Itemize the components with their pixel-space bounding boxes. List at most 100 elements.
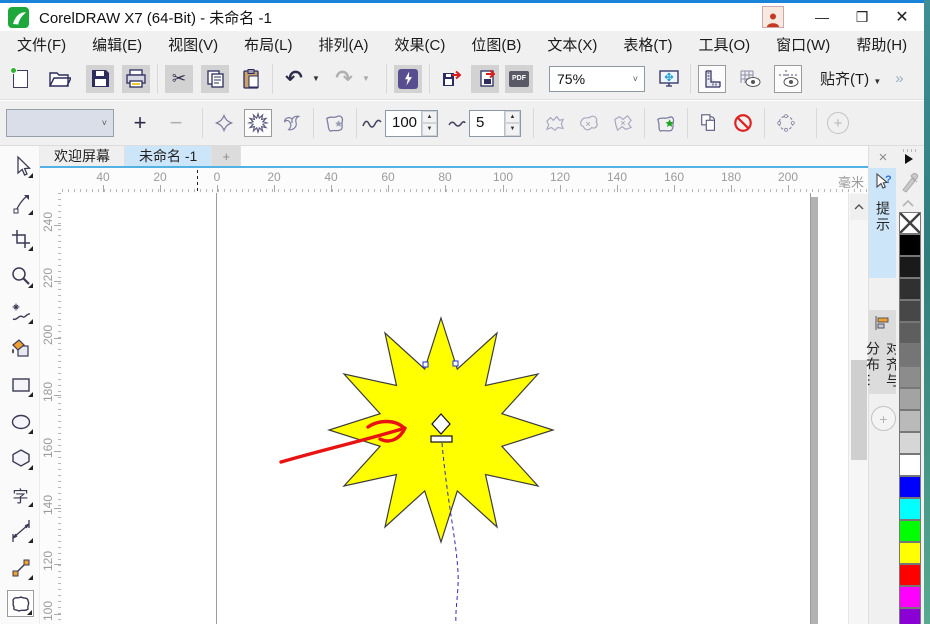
dimension-tool[interactable] — [7, 517, 34, 544]
polygon-tool[interactable] — [7, 444, 34, 471]
ellipse-tool[interactable] — [7, 408, 34, 435]
flyout-indicator[interactable] — [28, 429, 33, 434]
clear-distortion-button[interactable] — [729, 109, 757, 137]
save-button[interactable] — [86, 65, 114, 93]
curve-node[interactable] — [453, 361, 458, 366]
color-swatch-no-color[interactable] — [899, 212, 921, 234]
quick-customize-button[interactable]: + — [824, 109, 852, 137]
push-pull-distortion-button[interactable] — [210, 109, 238, 137]
menu-item-3[interactable]: 布局(L) — [231, 34, 305, 55]
quick-customize-button[interactable]: + — [871, 406, 896, 431]
curve-node[interactable] — [423, 362, 428, 367]
smooth-distortion-button[interactable] — [575, 109, 603, 137]
snap-to-menu-button[interactable]: 贴齐(T) ▼ — [814, 68, 887, 89]
menu-item-10[interactable]: 窗口(W) — [763, 34, 843, 55]
color-swatch-cyan[interactable] — [899, 498, 921, 520]
open-button[interactable] — [46, 65, 74, 93]
color-swatch-blue[interactable] — [899, 476, 921, 498]
vertical-ruler[interactable]: 240220200180160140120100 — [40, 193, 62, 624]
twister-distortion-button[interactable] — [278, 109, 306, 137]
menu-item-8[interactable]: 表格(T) — [610, 34, 685, 55]
redo-dropdown[interactable]: ▼ — [360, 74, 372, 83]
text-tool[interactable]: 字 — [7, 481, 34, 508]
cut-button[interactable]: ✂ — [165, 65, 193, 93]
scroll-up-button[interactable] — [850, 194, 868, 220]
palette-flyout-icon[interactable] — [905, 154, 913, 164]
color-swatch-red[interactable] — [899, 564, 921, 586]
color-swatch-80-black[interactable] — [899, 278, 921, 300]
title-bar[interactable]: CorelDRAW X7 (64-Bit) - 未命名 -1 — ❒ ✕ — [0, 3, 924, 31]
application-launcher-button[interactable] — [394, 65, 422, 93]
color-swatch-purple[interactable] — [899, 608, 921, 624]
spin-down-icon[interactable]: ▼ — [505, 123, 520, 136]
amplitude-slider-handle[interactable] — [431, 436, 452, 442]
color-swatch-black[interactable] — [899, 234, 921, 256]
undo-dropdown[interactable]: ▼ — [310, 74, 322, 83]
add-preset-button[interactable]: + — [126, 109, 154, 137]
zipper-distortion-button[interactable] — [244, 109, 272, 137]
spin-up-icon[interactable]: ▲ — [505, 111, 520, 124]
document-tab-1[interactable]: 未命名 -1 — [125, 146, 212, 166]
color-swatch-yellow[interactable] — [899, 542, 921, 564]
undo-button[interactable]: ↶ — [280, 65, 308, 93]
docker-tab-align-distribute[interactable]: 对齐与分布… — [869, 310, 897, 394]
toolbar-overflow-button[interactable]: » — [887, 70, 909, 87]
docker-tab-hints[interactable]: ?提示 — [869, 168, 897, 278]
zoom-tool[interactable] — [7, 262, 34, 289]
close-button[interactable]: ✕ — [882, 3, 922, 31]
menu-item-2[interactable]: 视图(V) — [155, 34, 231, 55]
crop-tool[interactable] — [7, 225, 34, 252]
new-document-button[interactable] — [6, 65, 34, 93]
freehand-tool[interactable] — [7, 298, 34, 325]
flyout-indicator[interactable] — [28, 210, 33, 215]
pick-tool[interactable] — [7, 152, 34, 179]
flyout-indicator[interactable] — [28, 502, 33, 507]
flyout-indicator[interactable] — [27, 610, 32, 615]
docker-close-button[interactable]: × — [873, 148, 893, 166]
palette-grip[interactable] — [903, 149, 917, 152]
publish-pdf-button[interactable]: PDF — [505, 65, 533, 93]
color-swatch-magenta[interactable] — [899, 586, 921, 608]
color-swatch-10-black[interactable] — [899, 432, 921, 454]
delete-preset-button[interactable]: − — [162, 109, 190, 137]
flyout-indicator[interactable] — [28, 246, 33, 251]
flyout-indicator[interactable] — [28, 173, 33, 178]
menu-item-1[interactable]: 编辑(E) — [79, 34, 155, 55]
import-button[interactable] — [437, 65, 465, 93]
color-swatch-60-black[interactable] — [899, 322, 921, 344]
paste-button[interactable] — [237, 65, 265, 93]
smart-fill-tool[interactable] — [7, 335, 34, 362]
horizontal-ruler[interactable]: 毫米 4020020406080100120140160180200 — [40, 168, 868, 193]
flyout-indicator[interactable] — [28, 575, 33, 580]
add-new-distortion-button[interactable] — [321, 109, 349, 137]
menu-item-6[interactable]: 位图(B) — [458, 34, 534, 55]
flyout-indicator[interactable] — [28, 283, 33, 288]
redo-button[interactable]: ↷ — [330, 65, 358, 93]
color-eyedropper-icon[interactable] — [899, 170, 921, 194]
copy-distortion-button[interactable] — [695, 109, 723, 137]
show-guidelines-toggle[interactable] — [774, 65, 802, 93]
vertical-scrollbar[interactable] — [848, 193, 868, 624]
print-button[interactable] — [122, 65, 150, 93]
color-swatch-90-black[interactable] — [899, 256, 921, 278]
distortion-tool[interactable] — [7, 590, 34, 617]
maximize-button[interactable]: ❒ — [842, 3, 882, 31]
color-swatch-40-black[interactable] — [899, 366, 921, 388]
new-tab-button[interactable]: + — [212, 146, 241, 166]
menu-item-11[interactable]: 帮助(H) — [843, 34, 920, 55]
color-swatch-30-black[interactable] — [899, 388, 921, 410]
user-account-icon[interactable] — [762, 6, 784, 28]
shape-tool[interactable] — [7, 189, 34, 216]
zoom-level-combobox[interactable]: 75% ˅ — [549, 66, 645, 92]
copy-button[interactable] — [201, 65, 229, 93]
color-swatch-white[interactable] — [899, 454, 921, 476]
connector-tool[interactable] — [7, 554, 34, 581]
color-swatch-20-black[interactable] — [899, 410, 921, 432]
zipper-frequency-spinner[interactable]: 5 ▲▼ — [469, 110, 521, 137]
spin-up-icon[interactable]: ▲ — [422, 111, 437, 124]
minimize-button[interactable]: — — [802, 3, 842, 31]
local-distortion-button[interactable] — [609, 109, 637, 137]
document-tab-0[interactable]: 欢迎屏幕 — [40, 146, 125, 166]
show-rulers-toggle[interactable] — [698, 65, 726, 93]
menu-item-7[interactable]: 文本(X) — [534, 34, 610, 55]
